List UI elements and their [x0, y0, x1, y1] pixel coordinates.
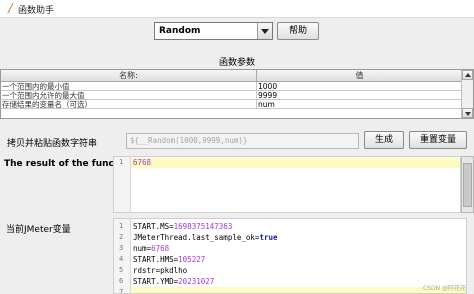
- line-number: 4: [119, 255, 124, 263]
- function-string-field[interactable]: ${__Random(1000,9999,num)}: [126, 133, 359, 149]
- variable-line: rdstr=pkdlho: [133, 266, 187, 276]
- variable-value: 20231027: [178, 277, 215, 286]
- result-scrollbar[interactable]: [461, 156, 474, 213]
- scroll-down-icon[interactable]: [462, 108, 473, 118]
- variable-line: START.MS=1698375147363: [133, 222, 232, 232]
- variable-value: 1698375147363: [173, 222, 233, 231]
- params-scrollbar[interactable]: [461, 70, 473, 118]
- line-number: 2: [119, 233, 124, 241]
- watermark: CSDN @阿花花: [422, 285, 466, 292]
- param-name: 存储结果的变量名（可选）: [1, 100, 257, 109]
- line-number: 7: [119, 288, 124, 294]
- variables-label: 当前JMeter变量: [6, 225, 71, 235]
- variable-key: START.HMS=: [133, 255, 179, 264]
- current-line-highlight: [131, 287, 466, 293]
- function-select[interactable]: Random: [154, 22, 273, 40]
- table-row[interactable]: 存储结果的变量名（可选） num: [1, 100, 463, 109]
- table-row[interactable]: 一个范围内的最小值 1000: [1, 82, 463, 91]
- param-name: 一个范围内允许的最大值: [1, 91, 257, 100]
- chevron-down-icon[interactable]: [257, 23, 272, 39]
- variable-line: START.YMD=20231027: [133, 277, 214, 287]
- reset-variables-button[interactable]: 重置变量: [409, 131, 467, 149]
- line-number: 1: [119, 222, 124, 230]
- line-number-gutter: 1: [114, 157, 131, 212]
- variable-value: 105227: [178, 255, 206, 264]
- line-number: 6: [119, 277, 124, 285]
- params-table: 名称: 值 一个范围内的最小值 1000 一个范围内允许的最大值 9999 存储…: [0, 69, 474, 119]
- help-button[interactable]: 帮助: [277, 22, 319, 40]
- column-header-name[interactable]: 名称:: [1, 70, 257, 82]
- feather-app-icon: [7, 2, 14, 14]
- variable-line: START.HMS=105227: [133, 255, 205, 265]
- result-editor[interactable]: 1 6768: [113, 156, 461, 213]
- result-value: 6768: [133, 158, 152, 167]
- scroll-up-icon[interactable]: [462, 70, 473, 80]
- window-title: 函数助手: [18, 6, 55, 16]
- column-header-value[interactable]: 值: [257, 70, 463, 82]
- variable-line: JMeterThread.last_sample_ok=true: [133, 233, 278, 243]
- variable-key: START.YMD=: [133, 277, 179, 286]
- variable-value: true: [259, 233, 278, 242]
- line-number: 5: [119, 266, 124, 274]
- variable-line: num=6768: [133, 244, 169, 254]
- line-number: 1: [119, 158, 124, 166]
- param-name: 一个范围内的最小值: [1, 82, 257, 91]
- scrollbar-thumb[interactable]: [463, 163, 472, 207]
- line-number-gutter: 1 2 3 4 5 6 7: [114, 219, 131, 293]
- line-number: 3: [119, 244, 124, 252]
- variable-key: JMeterThread.last_sample_ok=: [133, 233, 260, 242]
- variable-key: rdstr=pkdlho: [133, 266, 188, 275]
- generate-button[interactable]: 生成: [364, 131, 404, 149]
- param-value[interactable]: 1000: [257, 82, 463, 91]
- table-row[interactable]: 一个范围内允许的最大值 9999: [1, 91, 463, 100]
- window-title-bar: 函数助手: [0, 0, 474, 18]
- variable-value: 6768: [151, 244, 170, 253]
- param-value[interactable]: 9999: [257, 91, 463, 100]
- param-value[interactable]: num: [257, 100, 463, 109]
- current-line-highlight: [131, 158, 460, 168]
- params-title: 函数参数: [218, 58, 255, 68]
- variable-key: START.MS=: [133, 222, 174, 231]
- function-string-label: 拷贝并粘贴函数字符串: [7, 139, 98, 149]
- variable-key: num=: [133, 244, 152, 253]
- variables-editor[interactable]: 1 2 3 4 5 6 7 START.MS=1698375147363 JMe…: [113, 218, 467, 294]
- function-select-value: Random: [159, 26, 201, 36]
